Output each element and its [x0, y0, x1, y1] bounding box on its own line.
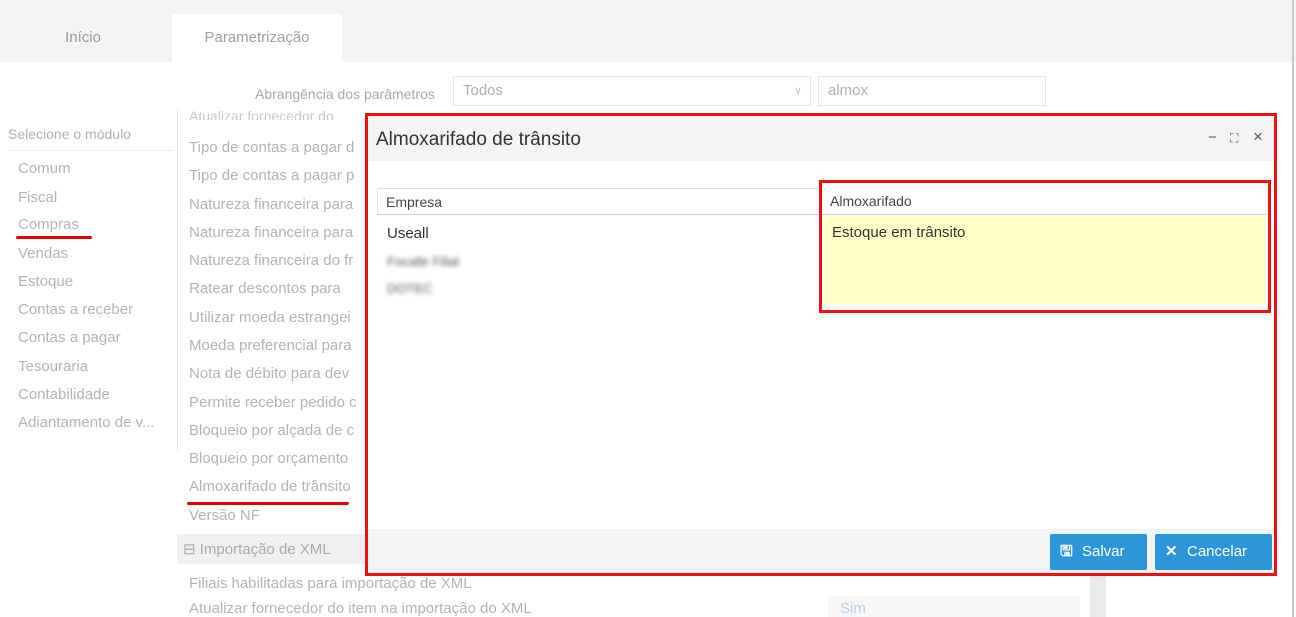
module-item-comum[interactable]: Comum: [18, 160, 71, 177]
param-item[interactable]: Natureza financeira para: [189, 224, 353, 241]
param-item[interactable]: Moeda preferencial para: [189, 337, 352, 354]
chevron-down-icon: ∨: [793, 85, 802, 97]
dialog-footer: 🖫 Salvar ✕ Cancelar: [368, 529, 1274, 573]
tab-inicio[interactable]: Início: [8, 14, 158, 62]
cancel-label: Cancelar: [1187, 543, 1248, 560]
scope-select-value: Todos: [463, 82, 504, 99]
scrollbar[interactable]: [1090, 575, 1106, 617]
close-icon: ✕: [1165, 543, 1178, 560]
compras-underline-annotation: [16, 236, 92, 239]
almoxarifado-dialog: Almoxarifado de trânsito − ⛶ × Empresa A…: [365, 113, 1277, 576]
dialog-title: Almoxarifado de trânsito: [376, 129, 581, 150]
close-icon[interactable]: ×: [1253, 127, 1263, 147]
tab-parametrizacao[interactable]: Parametrização: [172, 14, 342, 62]
minimize-icon[interactable]: −: [1208, 129, 1217, 146]
column-header-empresa[interactable]: Empresa: [377, 188, 818, 215]
almoxarifado-highlight-annotation: [819, 180, 1271, 313]
param-item[interactable]: Permite receber pedido c: [189, 394, 357, 411]
param-item[interactable]: Nota de débito para dev: [189, 365, 349, 382]
module-item-adiantamento[interactable]: Adiantamento de v...: [18, 414, 154, 431]
module-item-contas-a-receber[interactable]: Contas a receber: [18, 301, 133, 318]
maximize-icon[interactable]: ⛶: [1230, 131, 1238, 146]
param-item[interactable]: Utilizar moeda estrangei: [189, 309, 351, 326]
module-item-contas-a-pagar[interactable]: Contas a pagar: [18, 329, 121, 346]
window-edge: [1292, 0, 1294, 617]
empresa-row-blurred[interactable]: Focalle Filial: [387, 254, 459, 269]
param-item[interactable]: Bloqueio por alçada de c: [189, 422, 354, 439]
module-item-vendas[interactable]: Vendas: [18, 245, 68, 262]
param-item[interactable]: Natureza financeira para: [189, 196, 353, 213]
empresa-row-blurred[interactable]: DOTEC: [387, 281, 433, 296]
top-tab-bar: Início Parametrização: [0, 0, 1296, 62]
param-value-sim[interactable]: Sim: [840, 600, 866, 617]
param-item-almoxarifado-transito[interactable]: Almoxarifado de trânsito: [189, 478, 351, 495]
almoxarifado-underline-annotation: [187, 502, 349, 505]
scope-select[interactable]: Todos ∨: [453, 76, 811, 106]
panel-divider: [177, 110, 178, 450]
module-item-contabilidade[interactable]: Contabilidade: [18, 386, 110, 403]
param-item[interactable]: Tipo de contas a pagar p: [189, 167, 354, 184]
cancel-button[interactable]: ✕ Cancelar: [1155, 534, 1272, 570]
module-item-fiscal[interactable]: Fiscal: [18, 189, 57, 206]
param-item[interactable]: Tipo de contas a pagar d: [189, 139, 354, 156]
section-label: ⊟ Importação de XML: [183, 541, 331, 558]
param-item[interactable]: Natureza financeira do fr: [189, 252, 353, 269]
param-item[interactable]: Atualizar fornecedor do item na importaç…: [189, 600, 532, 617]
module-item-compras[interactable]: Compras: [18, 216, 79, 233]
dialog-header: Almoxarifado de trânsito − ⛶ ×: [368, 116, 1274, 161]
search-input[interactable]: almox: [818, 76, 1046, 106]
module-list-header: Selecione o módulo: [8, 126, 173, 151]
floppy-icon: 🖫: [1060, 543, 1073, 560]
empresa-row[interactable]: Useall: [387, 225, 429, 242]
param-item[interactable]: Filiais habilitadas para importação de X…: [189, 575, 472, 592]
param-item[interactable]: Ratear descontos para: [189, 280, 341, 297]
scope-label: Abrangência dos parâmetros: [255, 86, 435, 102]
save-button[interactable]: 🖫 Salvar: [1050, 534, 1147, 570]
section-header-xml[interactable]: ⊟ Importação de XML: [177, 534, 372, 564]
param-item[interactable]: Bloqueio por orçamento: [189, 450, 348, 467]
module-item-estoque[interactable]: Estoque: [18, 273, 73, 290]
param-item[interactable]: Versão NF: [189, 507, 260, 524]
param-item-partial: Atualizar fornecedor do: [189, 108, 334, 120]
module-item-tesouraria[interactable]: Tesouraria: [18, 358, 88, 375]
save-label: Salvar: [1082, 543, 1125, 560]
